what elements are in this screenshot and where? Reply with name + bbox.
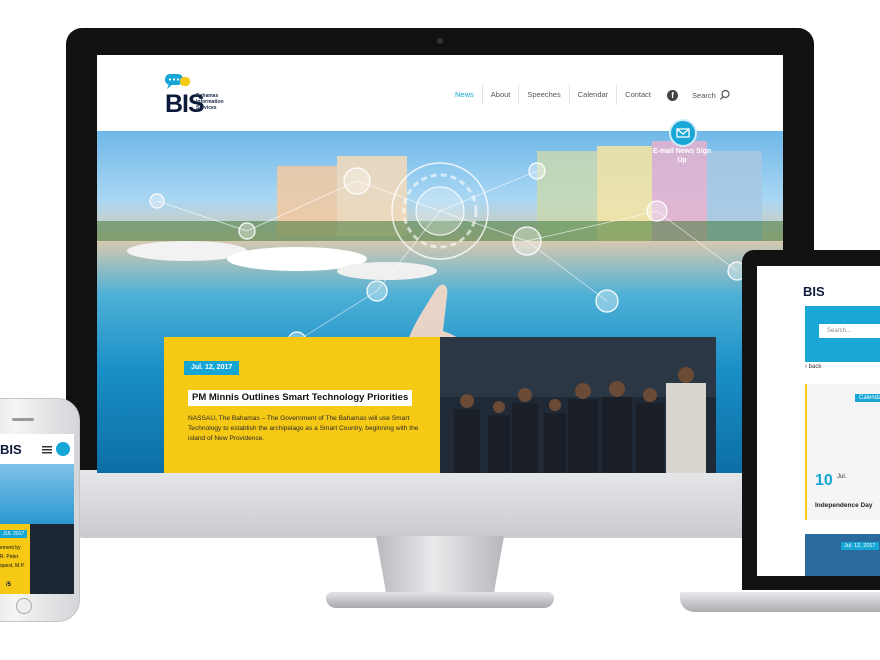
news-excerpt: NASSAU, The Bahamas – The Government of … bbox=[188, 415, 419, 442]
thumb-date-badge: Jul. 12, 2017 bbox=[841, 542, 879, 550]
phone-speaker bbox=[12, 418, 34, 421]
hamburger-menu-icon[interactable] bbox=[42, 446, 52, 454]
laptop-website: BIS Search... ‹ back Calendar 10 Jul. In… bbox=[757, 266, 880, 576]
envelope-icon bbox=[676, 128, 690, 138]
imac-stand-foot bbox=[326, 592, 554, 608]
mobile-news-text: ement by R. Peter quest, M.P. bbox=[0, 544, 30, 571]
email-signup-label[interactable]: E-mail News Sign Up bbox=[652, 147, 712, 165]
facebook-icon[interactable]: f bbox=[667, 89, 679, 101]
laptop-news-thumb[interactable] bbox=[805, 534, 880, 576]
laptop-search-input[interactable]: Search... bbox=[819, 324, 880, 338]
mobile-news-line: quest, M.P. bbox=[0, 563, 25, 569]
nav-item-calendar[interactable]: Calendar bbox=[568, 85, 616, 105]
laptop-logo[interactable]: BIS bbox=[803, 284, 825, 299]
email-signup-button[interactable] bbox=[669, 119, 697, 147]
mobile-news-photo[interactable] bbox=[30, 524, 74, 594]
search-label[interactable]: Search bbox=[692, 91, 716, 100]
group-photo-image bbox=[440, 337, 716, 473]
nav-item-speeches[interactable]: Speeches bbox=[518, 85, 568, 105]
speech-bubble-logo-icon bbox=[165, 74, 190, 89]
news-headline[interactable]: PM Minnis Outlines Smart Technology Prio… bbox=[188, 390, 413, 406]
imac-stand-neck bbox=[376, 536, 504, 594]
event-title[interactable]: Independence Day bbox=[815, 502, 872, 509]
nav-item-about[interactable]: About bbox=[481, 85, 519, 105]
news-photo[interactable] bbox=[440, 337, 716, 473]
mobile-news-line: ement by bbox=[0, 545, 21, 551]
mobile-website: BIS JUL 2017 ement by R. Peter quest, M.… bbox=[0, 434, 74, 594]
mobile-news-line: R. Peter bbox=[0, 554, 19, 560]
imac-chin bbox=[66, 470, 814, 538]
mobile-hero bbox=[0, 464, 74, 524]
nav-item-contact[interactable]: Contact bbox=[616, 85, 659, 105]
calendar-tab[interactable]: Calendar bbox=[855, 394, 880, 402]
event-day: 10 bbox=[815, 472, 833, 489]
search-icon[interactable] bbox=[719, 89, 731, 101]
mobile-date-badge: JUL 2017 bbox=[0, 530, 28, 538]
mobile-search-button[interactable] bbox=[56, 442, 70, 456]
news-date-badge: Jul. 12, 2017 bbox=[184, 361, 240, 375]
event-month: Jul. bbox=[837, 474, 847, 480]
main-nav: News About Speeches Calendar Contact f S… bbox=[447, 85, 731, 105]
mobile-logo[interactable]: BIS bbox=[0, 442, 22, 457]
calendar-card[interactable] bbox=[805, 384, 880, 520]
laptop-base bbox=[680, 592, 880, 612]
mobile-pager[interactable]: /5 bbox=[6, 582, 11, 588]
desktop-website: BIS Bahamas Information Services News Ab… bbox=[97, 55, 783, 473]
back-link: ‹ back bbox=[805, 364, 821, 370]
back-label[interactable]: back bbox=[809, 364, 822, 370]
nav-item-news[interactable]: News bbox=[447, 85, 482, 105]
phone-home-button[interactable] bbox=[16, 598, 32, 614]
camera-dot bbox=[437, 38, 443, 44]
logo-subtitle: Bahamas Information Services bbox=[196, 93, 224, 111]
